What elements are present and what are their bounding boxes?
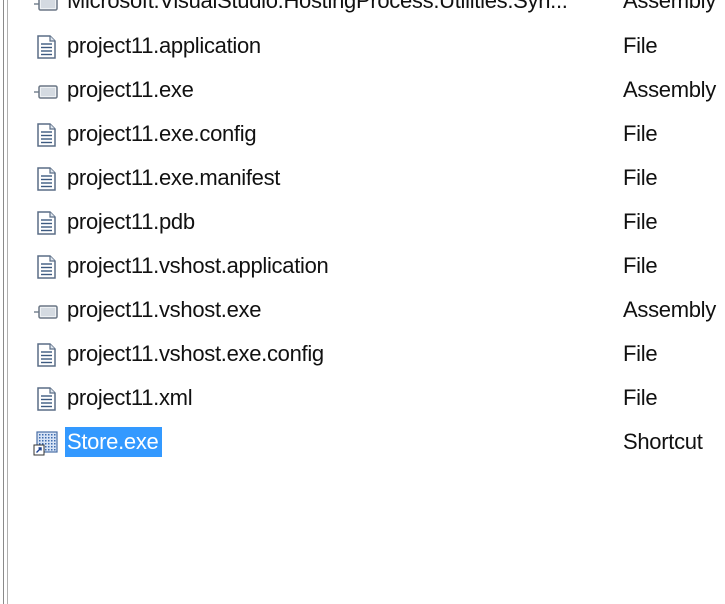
file-name: project11.xml	[67, 385, 193, 410]
file-icon	[33, 34, 59, 60]
list-item[interactable]: project11.vshost.application File	[0, 244, 725, 288]
list-item[interactable]: project11.exe.manifest File	[0, 156, 725, 200]
assembly-icon	[33, 0, 59, 16]
file-type: File	[623, 341, 658, 366]
file-type: File	[623, 385, 658, 410]
file-type: Assembly	[623, 297, 716, 322]
list-item[interactable]: project11.xml File	[0, 376, 725, 420]
file-name: Store.exe	[65, 427, 163, 457]
file-icon	[33, 386, 59, 412]
list-item[interactable]: project11.application File	[0, 24, 725, 68]
assembly-icon	[33, 78, 59, 104]
list-item[interactable]: project11.vshost.exe.config File	[0, 332, 725, 376]
file-name: project11.vshost.application	[67, 253, 329, 278]
file-type: File	[623, 209, 658, 234]
file-name: project11.application	[67, 33, 261, 58]
file-icon	[33, 254, 59, 280]
file-name: project11.pdb	[67, 209, 195, 234]
file-type: Shortcut	[623, 429, 703, 454]
list-item[interactable]: project11.vshost.exe Assembly	[0, 288, 725, 332]
list-item[interactable]: project11.exe Assembly	[0, 68, 725, 112]
file-icon	[33, 122, 59, 148]
file-name: project11.exe.config	[67, 121, 257, 146]
list-item[interactable]: project11.exe.config File	[0, 112, 725, 156]
file-name: project11.exe.manifest	[67, 165, 281, 190]
file-type: File	[623, 121, 658, 146]
file-name: project11.exe	[67, 77, 194, 102]
shortcut-icon	[33, 430, 59, 456]
list-item[interactable]: Microsoft.VisualStudio.HostingProcess.Ut…	[0, 0, 725, 24]
file-name: Microsoft.VisualStudio.HostingProcess.Ut…	[67, 0, 568, 13]
file-type: Assembly	[623, 77, 716, 102]
file-icon	[33, 210, 59, 236]
file-type: File	[623, 165, 658, 190]
file-name: project11.vshost.exe	[67, 297, 262, 322]
file-name: project11.vshost.exe.config	[67, 341, 324, 366]
assembly-icon	[33, 298, 59, 324]
file-type: Assembly	[623, 0, 716, 13]
file-icon	[33, 166, 59, 192]
list-item[interactable]: project11.pdb File	[0, 200, 725, 244]
file-type: File	[623, 253, 658, 278]
list-item[interactable]: Store.exe Shortcut	[0, 420, 725, 464]
file-type: File	[623, 33, 658, 58]
file-list: Microsoft.VisualStudio.HostingProcess.Ut…	[0, 0, 725, 464]
file-icon	[33, 342, 59, 368]
